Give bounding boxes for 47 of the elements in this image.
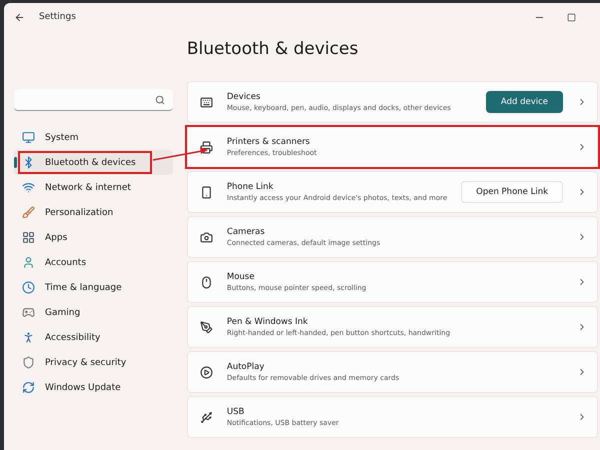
sidebar-item[interactable]: Windows Update (14, 375, 173, 400)
printer-icon (200, 140, 213, 154)
search-field[interactable] (14, 89, 173, 111)
gamepad-icon (22, 306, 35, 319)
person-icon (22, 256, 35, 269)
pen-icon (200, 320, 213, 334)
search-icon (154, 94, 165, 104)
card-title: Mouse (226, 272, 256, 282)
phone-icon (200, 186, 213, 198)
apps-icon (22, 231, 35, 244)
camera-icon (200, 230, 213, 244)
shield-icon (22, 356, 35, 369)
clock-icon (22, 281, 35, 294)
back-icon[interactable] (14, 12, 25, 22)
annotation-arrow (152, 147, 208, 161)
sidebar-item[interactable]: Accessibility (14, 325, 173, 350)
sidebar-item[interactable]: Network & internet (14, 175, 173, 200)
sidebar-item[interactable]: Gaming (14, 300, 173, 325)
brush-icon (22, 206, 35, 219)
card-title: Cameras (226, 227, 266, 237)
card-title: Phone Link (226, 182, 274, 192)
maximize-icon[interactable] (567, 12, 576, 22)
sidebar-item[interactable]: Accounts (14, 250, 173, 275)
card-title: Devices (226, 92, 262, 102)
keyboard-icon (200, 96, 213, 108)
card-title: Pen & Windows Ink (226, 317, 309, 327)
card-title: USB (226, 407, 246, 417)
accessibility-icon (22, 331, 35, 344)
play-icon (200, 366, 213, 378)
add-device-button[interactable]: Add device (486, 91, 563, 113)
bluetooth-icon (22, 156, 35, 169)
card-title: AutoPlay (226, 362, 266, 372)
page-title: Bluetooth & devices (186, 39, 360, 59)
sidebar-item[interactable]: Privacy & security (14, 350, 173, 375)
update-icon (22, 381, 35, 394)
sidebar-item[interactable]: Bluetooth & devices (14, 150, 173, 175)
sidebar-item[interactable]: Apps (14, 225, 173, 250)
mouse-icon (200, 276, 213, 288)
sidebar-item[interactable]: Time & language (14, 275, 173, 300)
open-app-button[interactable]: Open Phone Link (461, 181, 563, 203)
usb-icon (200, 410, 213, 424)
sidebar-item[interactable]: Personalization (14, 200, 173, 225)
window-title: Settings (39, 12, 76, 22)
sidebar-item[interactable]: System (14, 125, 173, 150)
monitor-icon (22, 131, 35, 144)
selection-indicator (14, 157, 17, 168)
card-title: Printers & scanners (226, 137, 311, 147)
